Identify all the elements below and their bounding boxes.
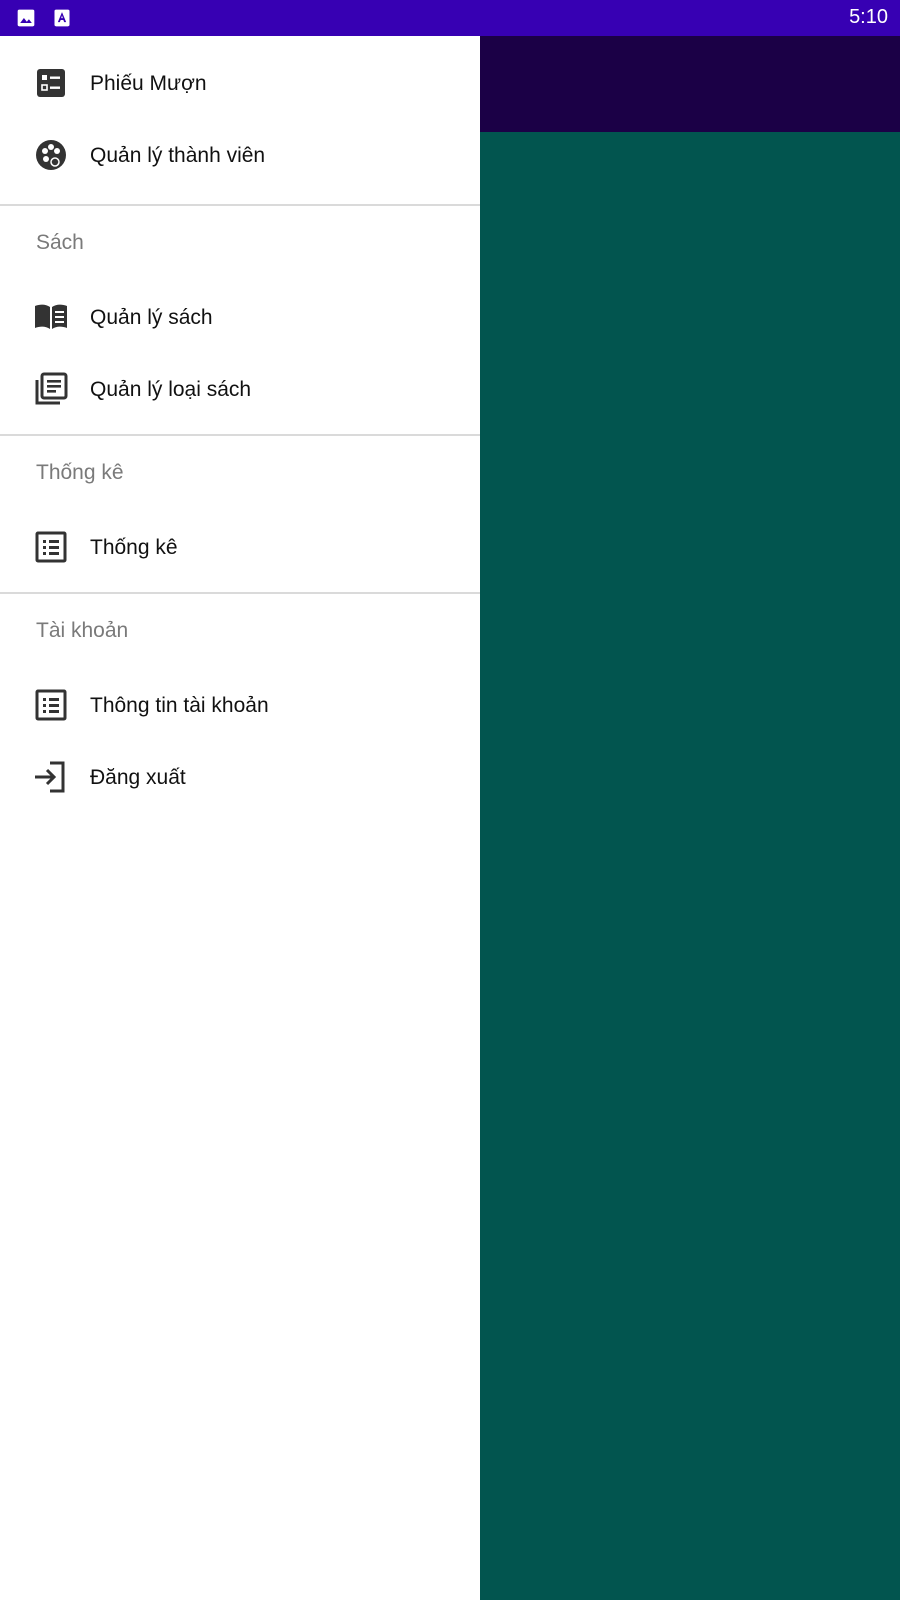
nav-item-label: Đăng xuất xyxy=(90,766,186,789)
status-bar: 5:10 xyxy=(0,0,900,36)
nav-item-quan-ly-thanh-vien[interactable]: Quản lý thành viên xyxy=(0,120,480,192)
font-download-icon xyxy=(54,9,70,27)
nav-item-quan-ly-loai-sach[interactable]: Quản lý loại sách xyxy=(0,354,480,426)
section-header-tai-khoan: Tài khoản xyxy=(36,619,129,642)
palette-icon xyxy=(36,140,66,170)
image-icon xyxy=(17,9,35,27)
navigation-drawer: Phiếu Mượn Quản lý thành viên Sách Quản … xyxy=(0,36,480,1600)
nav-item-label: Thống kê xyxy=(90,536,178,559)
nav-item-thong-tin-tai-khoan[interactable]: Thông tin tài khoản xyxy=(0,670,480,742)
nav-item-dang-xuat[interactable]: Đăng xuất xyxy=(0,742,480,814)
list-alt-icon xyxy=(35,689,67,721)
section-header-thong-ke: Thống kê xyxy=(36,461,124,484)
section-header-sach: Sách xyxy=(36,231,84,254)
login-icon xyxy=(35,761,65,793)
nav-item-label: Thông tin tài khoản xyxy=(90,694,269,717)
list-alt-icon xyxy=(35,531,67,563)
nav-item-label: Phiếu Mượn xyxy=(90,72,207,95)
nav-item-phieu-muon[interactable]: Phiếu Mượn xyxy=(0,48,480,120)
open-book-icon xyxy=(35,304,67,329)
list-check-icon xyxy=(37,69,65,97)
nav-item-thong-ke[interactable]: Thống kê xyxy=(0,512,480,584)
divider xyxy=(0,204,480,206)
nav-item-quan-ly-sach[interactable]: Quản lý sách xyxy=(0,282,480,354)
library-books-icon xyxy=(35,372,68,405)
clock: 5:10 xyxy=(849,6,888,28)
divider xyxy=(0,434,480,436)
nav-item-label: Quản lý loại sách xyxy=(90,378,252,401)
divider xyxy=(0,592,480,594)
nav-item-label: Quản lý sách xyxy=(90,306,213,329)
nav-item-label: Quản lý thành viên xyxy=(90,144,266,167)
